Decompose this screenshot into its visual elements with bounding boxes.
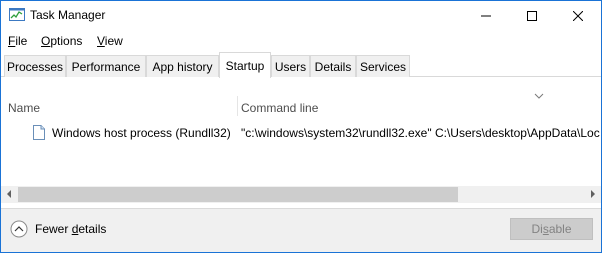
maximize-button[interactable] (509, 1, 555, 30)
menu-view[interactable]: View (97, 34, 123, 48)
chevron-up-circle-icon[interactable] (10, 220, 28, 238)
close-icon (573, 10, 583, 21)
close-button[interactable] (555, 1, 601, 30)
column-header-name[interactable]: Name (8, 101, 40, 115)
tab-startup[interactable]: Startup (219, 52, 271, 78)
window-title: Task Manager (30, 8, 106, 22)
column-header-command-line[interactable]: Command line (241, 101, 318, 115)
title-bar[interactable]: Task Manager (1, 1, 601, 30)
scroll-right-icon[interactable] (588, 189, 598, 199)
task-manager-window: Task Manager File Options View Processes… (0, 0, 602, 253)
tab-processes[interactable]: Processes (4, 55, 66, 77)
process-name-cell: Windows host process (Rundll32) (52, 126, 231, 140)
task-manager-icon (9, 8, 25, 21)
menu-file[interactable]: File (8, 34, 27, 48)
file-icon (33, 125, 45, 140)
menu-options[interactable]: Options (41, 34, 82, 48)
tab-details[interactable]: Details (310, 55, 356, 77)
column-separator[interactable] (237, 96, 238, 116)
scroll-left-icon[interactable] (4, 189, 14, 199)
tab-app-history[interactable]: App history (146, 55, 219, 77)
tab-performance[interactable]: Performance (66, 55, 146, 77)
fewer-details-link[interactable]: Fewer details (35, 222, 106, 236)
minimize-button[interactable] (463, 1, 509, 30)
minimize-icon (481, 15, 491, 16)
command-line-cell: "c:\windows\system32\rundll32.exe" C:\Us… (241, 126, 600, 140)
disable-button[interactable]: Di s able (510, 218, 593, 240)
menu-bar: File Options View (1, 31, 601, 52)
chevron-down-icon[interactable] (534, 93, 544, 99)
scrollbar-thumb[interactable] (18, 187, 458, 202)
tab-users[interactable]: Users (271, 55, 310, 77)
maximize-icon (527, 10, 537, 21)
tab-services[interactable]: Services (356, 55, 410, 77)
